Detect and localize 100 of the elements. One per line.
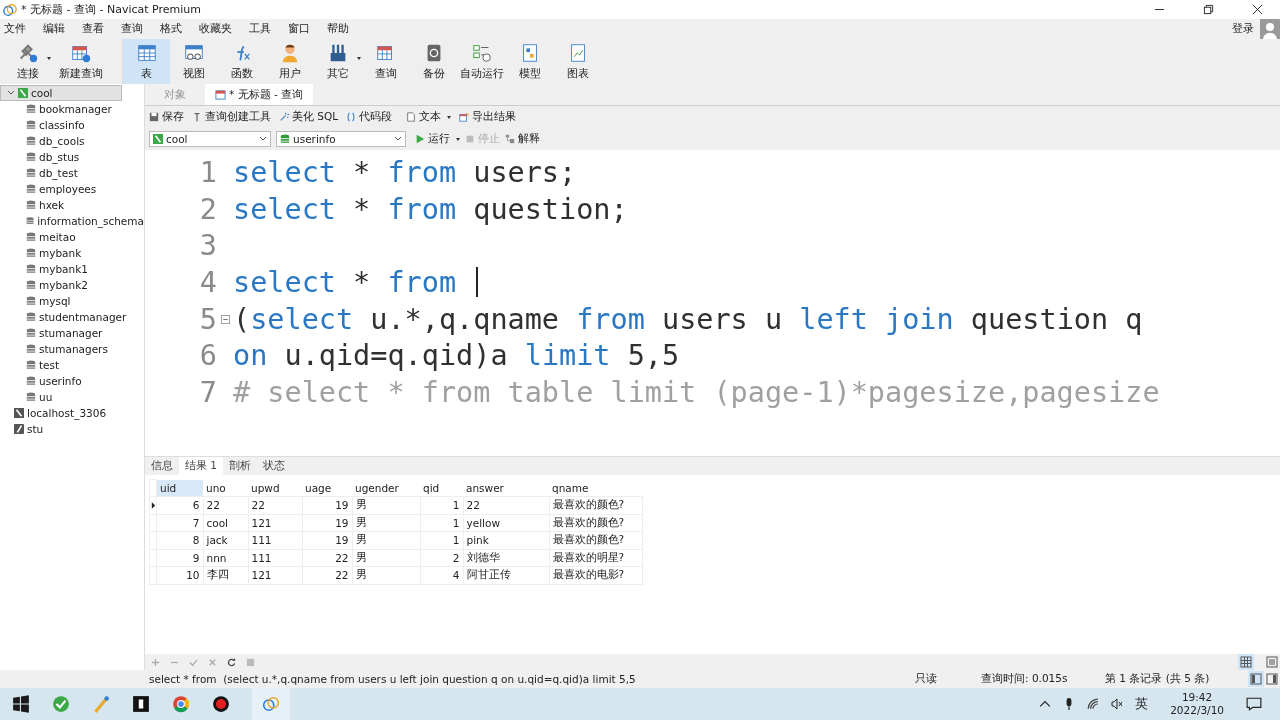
column-header[interactable]: answer [463,479,549,497]
table-cell: 121 [248,566,302,584]
toolbar-button[interactable]: 用户 [266,39,314,84]
toolbar-button[interactable]: 备份 [410,39,458,84]
tree-item[interactable]: localhost_3306 [0,405,144,421]
column-header[interactable]: ugender [352,479,420,497]
menu-item[interactable]: 工具 [249,22,271,36]
tree-item[interactable]: mybank1 [0,261,144,277]
tree-item[interactable]: test [0,357,144,373]
tree-item[interactable]: uu [0,389,144,405]
play-icon [415,134,425,144]
restore-icon[interactable] [1203,4,1214,15]
tree-item[interactable]: mybank2 [0,277,144,293]
toolbar-button[interactable]: 其它 [314,39,362,84]
column-header[interactable]: qid [420,479,463,497]
clock[interactable]: 19:42 2022/3/10 [1170,691,1224,717]
database-dropdown[interactable]: userinfo [276,131,406,147]
tree-item[interactable]: mysql [0,293,144,309]
result-tab[interactable]: 剖析 [223,457,258,475]
toolbar-button[interactable]: 图表 [554,39,602,84]
menu-item[interactable]: 格式 [160,22,182,36]
document-tab[interactable]: * 无标题 - 查询 [205,84,314,105]
tree-item[interactable]: hxek [0,197,144,213]
browser-taskbar-icon[interactable] [172,695,190,713]
query-tool-button[interactable]: 导出结果 [459,110,517,124]
menu-item[interactable]: 帮助 [327,22,349,36]
table-cell: 1 [420,514,463,532]
menu-item[interactable]: 查询 [121,22,143,36]
database-icon [26,312,36,322]
tree-item[interactable]: studentmanager [0,309,144,325]
run-control-button[interactable]: 运行 [415,132,460,146]
close-icon[interactable] [1252,4,1263,15]
tree-item[interactable]: stumanagers [0,341,144,357]
query-tool-button[interactable]: 文本 [406,110,452,124]
tree-item-label: cool [31,87,53,99]
table-cell: 22 [463,496,549,514]
toolbar-button[interactable]: 函数 [218,39,266,84]
tree-item[interactable]: information_schema [0,213,144,229]
tree-item[interactable]: db_stus [0,149,144,165]
toolbar-button[interactable]: 新建查询 [52,39,110,84]
tree-item[interactable]: classinfo [0,117,144,133]
result-tab[interactable]: 结果 1 [179,457,224,475]
tree-item[interactable]: meitao [0,229,144,245]
tray-expand-icon[interactable] [1039,698,1052,710]
code-line: select * from question; [233,192,628,226]
column-header[interactable]: uid [156,479,203,497]
toolbar-button[interactable]: 连接 [4,39,52,84]
query-tool-button[interactable]: 代码段 [346,110,393,124]
login-link[interactable]: 登录 [1232,22,1254,36]
tree-item[interactable]: stu [0,421,144,437]
refresh-icon[interactable] [227,657,236,667]
tree-item-label: meitao [39,231,76,243]
wifi-icon[interactable] [1087,698,1100,710]
tree-item[interactable]: db_test [0,165,144,181]
record-taskbar-icon[interactable] [212,695,230,713]
toolbar-button[interactable]: 查询 [362,39,410,84]
toolbar-button[interactable]: 视图 [170,39,218,84]
connection-dropdown[interactable]: cool [149,131,271,147]
tree-item[interactable]: cool [0,85,122,101]
tree-item-label: uu [39,391,53,403]
toolbar-button[interactable]: 表 [122,39,170,84]
speaker-muted-icon[interactable] [1111,698,1124,710]
chevron-down-icon[interactable] [7,89,15,97]
result-tab[interactable]: 信息 [145,457,179,475]
query-tool-button[interactable]: 保存 [149,110,184,124]
windows-start-icon[interactable] [12,695,30,713]
window-title: * 无标题 - 查询 - Navicat Premium [21,2,201,17]
toolbar-button[interactable]: 模型 [506,39,554,84]
tree-item[interactable]: stumanager [0,325,144,341]
column-header[interactable]: uage [302,479,352,497]
tree-item[interactable]: bookmanager [0,101,144,117]
notification-icon[interactable] [1246,697,1262,711]
menu-item[interactable]: 文件 [4,22,26,36]
menu-item[interactable]: 收藏夹 [199,22,232,36]
toolbar-button[interactable]: 自动运行 [458,39,506,84]
query-tool-button[interactable]: 查询创建工具 [192,110,271,124]
tree-item[interactable]: db_cools [0,133,144,149]
grid-view-icon[interactable] [1238,654,1254,670]
menu-item[interactable]: 查看 [82,22,104,36]
panel-left-icon[interactable] [1248,671,1264,687]
table-cell: 最喜欢的电影? [549,566,642,584]
tree-item-label: db_test [39,167,78,179]
tree-item-label: db_cools [39,135,85,147]
query-tool-button[interactable]: 美化 SQL [279,110,339,124]
menu-item[interactable]: 编辑 [43,22,65,36]
menu-item[interactable]: 窗口 [288,22,310,36]
tree-item[interactable]: employees [0,181,144,197]
input-method[interactable]: 英 [1135,695,1149,713]
column-header[interactable]: upwd [248,479,302,497]
status-query-time: 查询时间: 0.015s [981,672,1069,686]
panel-right-icon[interactable] [1264,671,1280,687]
app-taskbar-icon[interactable] [132,695,150,713]
run-control-button[interactable]: 解释 [505,132,540,146]
fold-toggle-icon[interactable] [220,314,230,324]
column-header[interactable]: uno [203,479,248,497]
tree-item[interactable]: userinfo [0,373,144,389]
check-icon[interactable] [189,657,198,667]
column-header[interactable]: qname [549,479,642,497]
result-tab[interactable]: 状态 [257,457,292,475]
tree-item[interactable]: mybank [0,245,144,261]
